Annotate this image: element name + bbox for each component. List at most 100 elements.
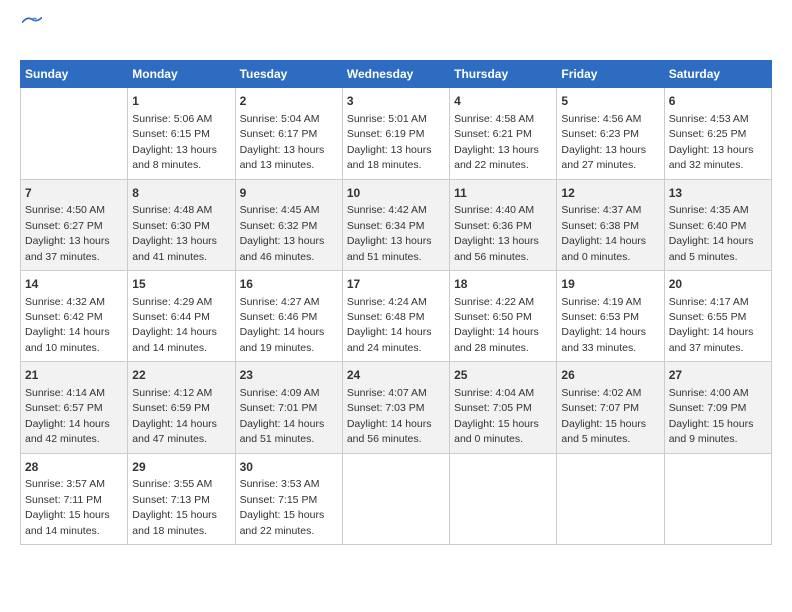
day-number: 22 bbox=[132, 367, 230, 384]
header-tuesday: Tuesday bbox=[235, 61, 342, 88]
week-row-5: 28 Sunrise: 3:57 AM Sunset: 7:11 PM Dayli… bbox=[21, 453, 772, 544]
day-info: Sunrise: 4:12 AM Sunset: 6:59 PM Dayligh… bbox=[132, 387, 217, 445]
day-info: Sunrise: 4:07 AM Sunset: 7:03 PM Dayligh… bbox=[347, 387, 432, 445]
calendar-cell: 5 Sunrise: 4:56 AM Sunset: 6:23 PM Daylig… bbox=[557, 88, 664, 179]
calendar-cell: 2 Sunrise: 5:04 AM Sunset: 6:17 PM Daylig… bbox=[235, 88, 342, 179]
day-number: 18 bbox=[454, 276, 552, 293]
day-info: Sunrise: 4:40 AM Sunset: 6:36 PM Dayligh… bbox=[454, 204, 539, 262]
calendar-cell: 30 Sunrise: 3:53 AM Sunset: 7:15 PM Dayli… bbox=[235, 453, 342, 544]
day-info: Sunrise: 4:42 AM Sunset: 6:34 PM Dayligh… bbox=[347, 204, 432, 262]
day-info: Sunrise: 5:06 AM Sunset: 6:15 PM Dayligh… bbox=[132, 113, 217, 171]
calendar-cell: 29 Sunrise: 3:55 AM Sunset: 7:13 PM Dayli… bbox=[128, 453, 235, 544]
day-info: Sunrise: 5:01 AM Sunset: 6:19 PM Dayligh… bbox=[347, 113, 432, 171]
day-number: 8 bbox=[132, 185, 230, 202]
day-number: 7 bbox=[25, 185, 123, 202]
calendar-cell: 28 Sunrise: 3:57 AM Sunset: 7:11 PM Dayli… bbox=[21, 453, 128, 544]
calendar-cell: 15Sunrise: 4:29 AM Sunset: 6:44 PM Dayli… bbox=[128, 270, 235, 361]
day-info: Sunrise: 4:53 AM Sunset: 6:25 PM Dayligh… bbox=[669, 113, 754, 171]
day-info: Sunrise: 4:02 AM Sunset: 7:07 PM Dayligh… bbox=[561, 387, 646, 445]
logo bbox=[20, 20, 42, 44]
calendar-cell: 24 Sunrise: 4:07 AM Sunset: 7:03 PM Dayli… bbox=[342, 362, 449, 453]
day-info: Sunrise: 4:58 AM Sunset: 6:21 PM Dayligh… bbox=[454, 113, 539, 171]
day-number: 14 bbox=[25, 276, 123, 293]
day-number: 29 bbox=[132, 459, 230, 476]
calendar-cell: 12 Sunrise: 4:37 AM Sunset: 6:38 PM Dayli… bbox=[557, 179, 664, 270]
calendar-table: SundayMondayTuesdayWednesdayThursdayFrid… bbox=[20, 60, 772, 545]
day-number: 23 bbox=[240, 367, 338, 384]
day-number: 27 bbox=[669, 367, 767, 384]
calendar-cell: 21Sunrise: 4:14 AM Sunset: 6:57 PM Dayli… bbox=[21, 362, 128, 453]
day-number: 16 bbox=[240, 276, 338, 293]
day-info: Sunrise: 3:57 AM Sunset: 7:11 PM Dayligh… bbox=[25, 478, 110, 536]
day-info: Sunrise: 4:09 AM Sunset: 7:01 PM Dayligh… bbox=[240, 387, 325, 445]
header-wednesday: Wednesday bbox=[342, 61, 449, 88]
header-sunday: Sunday bbox=[21, 61, 128, 88]
calendar-cell bbox=[664, 453, 771, 544]
calendar-cell: 23 Sunrise: 4:09 AM Sunset: 7:01 PM Dayli… bbox=[235, 362, 342, 453]
header-friday: Friday bbox=[557, 61, 664, 88]
calendar-cell bbox=[450, 453, 557, 544]
calendar-cell: 20 Sunrise: 4:17 AM Sunset: 6:55 PM Dayli… bbox=[664, 270, 771, 361]
calendar-cell: 25Sunrise: 4:04 AM Sunset: 7:05 PM Dayli… bbox=[450, 362, 557, 453]
calendar-cell: 9Sunrise: 4:45 AM Sunset: 6:32 PM Daylig… bbox=[235, 179, 342, 270]
calendar-header-row: SundayMondayTuesdayWednesdayThursdayFrid… bbox=[21, 61, 772, 88]
calendar-cell: 27 Sunrise: 4:00 AM Sunset: 7:09 PM Dayli… bbox=[664, 362, 771, 453]
day-number: 19 bbox=[561, 276, 659, 293]
day-info: Sunrise: 4:17 AM Sunset: 6:55 PM Dayligh… bbox=[669, 296, 754, 354]
day-info: Sunrise: 4:37 AM Sunset: 6:38 PM Dayligh… bbox=[561, 204, 646, 262]
calendar-cell: 19 Sunrise: 4:19 AM Sunset: 6:53 PM Dayli… bbox=[557, 270, 664, 361]
day-number: 13 bbox=[669, 185, 767, 202]
day-info: Sunrise: 4:19 AM Sunset: 6:53 PM Dayligh… bbox=[561, 296, 646, 354]
day-info: Sunrise: 4:35 AM Sunset: 6:40 PM Dayligh… bbox=[669, 204, 754, 262]
day-number: 28 bbox=[25, 459, 123, 476]
calendar-cell: 22 Sunrise: 4:12 AM Sunset: 6:59 PM Dayli… bbox=[128, 362, 235, 453]
day-number: 6 bbox=[669, 93, 767, 110]
header-monday: Monday bbox=[128, 61, 235, 88]
day-info: Sunrise: 3:53 AM Sunset: 7:15 PM Dayligh… bbox=[240, 478, 325, 536]
calendar-cell: 6 Sunrise: 4:53 AM Sunset: 6:25 PM Daylig… bbox=[664, 88, 771, 179]
calendar-cell: 8Sunrise: 4:48 AM Sunset: 6:30 PM Daylig… bbox=[128, 179, 235, 270]
day-info: Sunrise: 4:50 AM Sunset: 6:27 PM Dayligh… bbox=[25, 204, 110, 262]
day-info: Sunrise: 4:22 AM Sunset: 6:50 PM Dayligh… bbox=[454, 296, 539, 354]
logo-bird-icon bbox=[22, 15, 42, 29]
day-info: Sunrise: 4:56 AM Sunset: 6:23 PM Dayligh… bbox=[561, 113, 646, 171]
header-thursday: Thursday bbox=[450, 61, 557, 88]
day-number: 25 bbox=[454, 367, 552, 384]
day-info: Sunrise: 5:04 AM Sunset: 6:17 PM Dayligh… bbox=[240, 113, 325, 171]
calendar-cell: 26 Sunrise: 4:02 AM Sunset: 7:07 PM Dayli… bbox=[557, 362, 664, 453]
calendar-cell: 7 Sunrise: 4:50 AM Sunset: 6:27 PM Daylig… bbox=[21, 179, 128, 270]
calendar-cell bbox=[21, 88, 128, 179]
day-number: 10 bbox=[347, 185, 445, 202]
calendar-cell: 14 Sunrise: 4:32 AM Sunset: 6:42 PM Dayli… bbox=[21, 270, 128, 361]
day-number: 24 bbox=[347, 367, 445, 384]
day-number: 5 bbox=[561, 93, 659, 110]
day-number: 17 bbox=[347, 276, 445, 293]
calendar-cell: 10 Sunrise: 4:42 AM Sunset: 6:34 PM Dayli… bbox=[342, 179, 449, 270]
day-info: Sunrise: 4:14 AM Sunset: 6:57 PM Dayligh… bbox=[25, 387, 110, 445]
day-info: Sunrise: 4:00 AM Sunset: 7:09 PM Dayligh… bbox=[669, 387, 754, 445]
day-info: Sunrise: 4:45 AM Sunset: 6:32 PM Dayligh… bbox=[240, 204, 325, 262]
calendar-cell: 17Sunrise: 4:24 AM Sunset: 6:48 PM Dayli… bbox=[342, 270, 449, 361]
week-row-2: 7 Sunrise: 4:50 AM Sunset: 6:27 PM Daylig… bbox=[21, 179, 772, 270]
calendar-cell: 16 Sunrise: 4:27 AM Sunset: 6:46 PM Dayli… bbox=[235, 270, 342, 361]
day-info: Sunrise: 4:27 AM Sunset: 6:46 PM Dayligh… bbox=[240, 296, 325, 354]
day-info: Sunrise: 4:32 AM Sunset: 6:42 PM Dayligh… bbox=[25, 296, 110, 354]
day-number: 3 bbox=[347, 93, 445, 110]
day-number: 2 bbox=[240, 93, 338, 110]
calendar-cell: 11Sunrise: 4:40 AM Sunset: 6:36 PM Dayli… bbox=[450, 179, 557, 270]
header-saturday: Saturday bbox=[664, 61, 771, 88]
day-number: 12 bbox=[561, 185, 659, 202]
calendar-cell: 4 Sunrise: 4:58 AM Sunset: 6:21 PM Daylig… bbox=[450, 88, 557, 179]
day-number: 30 bbox=[240, 459, 338, 476]
calendar-cell bbox=[342, 453, 449, 544]
day-info: Sunrise: 3:55 AM Sunset: 7:13 PM Dayligh… bbox=[132, 478, 217, 536]
day-number: 20 bbox=[669, 276, 767, 293]
page-header bbox=[20, 20, 772, 44]
day-number: 26 bbox=[561, 367, 659, 384]
day-number: 4 bbox=[454, 93, 552, 110]
calendar-cell: 1 Sunrise: 5:06 AM Sunset: 6:15 PM Daylig… bbox=[128, 88, 235, 179]
calendar-cell: 13 Sunrise: 4:35 AM Sunset: 6:40 PM Dayli… bbox=[664, 179, 771, 270]
day-number: 1 bbox=[132, 93, 230, 110]
week-row-1: 1 Sunrise: 5:06 AM Sunset: 6:15 PM Daylig… bbox=[21, 88, 772, 179]
week-row-3: 14 Sunrise: 4:32 AM Sunset: 6:42 PM Dayli… bbox=[21, 270, 772, 361]
